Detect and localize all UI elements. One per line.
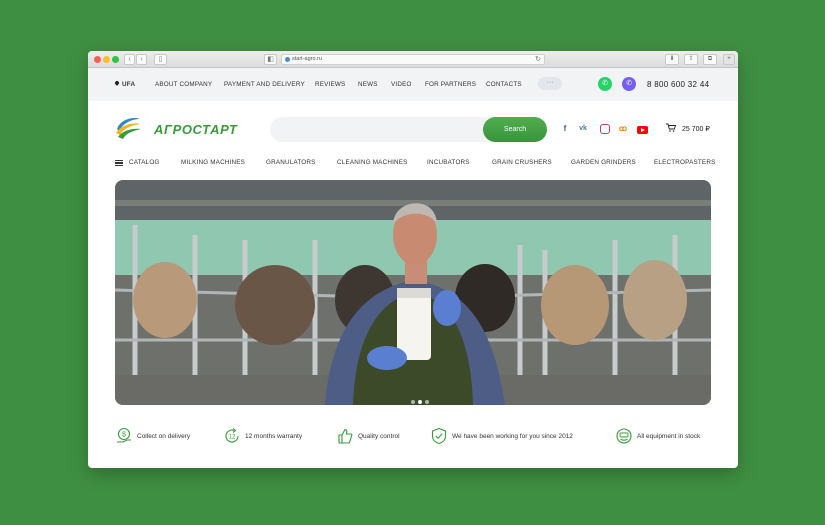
smile-icon — [616, 428, 632, 444]
tabs-icon[interactable]: ⧉ — [703, 54, 717, 65]
odnoklassniki-icon[interactable]: ꝏ — [618, 124, 628, 134]
vk-icon[interactable]: vk — [578, 124, 588, 134]
nav-grain-crushers[interactable]: GRAIN CRUSHERS — [492, 159, 552, 166]
download-icon[interactable]: ⬇ — [665, 54, 679, 65]
thumbs-up-icon — [338, 428, 353, 444]
svg-text:$: $ — [122, 432, 126, 439]
city-label: UFA — [122, 81, 136, 88]
maximize-window-button[interactable] — [112, 56, 119, 63]
catalog-nav: CATALOG MILKING MACHINES GRANULATORS CLE… — [88, 151, 738, 179]
shield-check-icon — [431, 427, 447, 445]
cart-total[interactable]: 25 700 ₽ — [682, 125, 710, 133]
instagram-icon[interactable] — [600, 124, 610, 134]
reload-icon[interactable]: ↻ — [535, 55, 541, 64]
features-bar: $ Collect on delivery 12 12 months warra… — [88, 425, 738, 449]
globe-icon — [285, 57, 290, 62]
viber-icon[interactable]: ✆ — [622, 77, 636, 91]
reader-icon[interactable]: ◧ — [264, 54, 277, 65]
nav-cleaning-machines[interactable]: CLEANING MACHINES — [337, 159, 408, 166]
slide-dot-1[interactable] — [411, 400, 415, 404]
slide-dot-2[interactable] — [418, 400, 422, 404]
feature-label: Quality control — [358, 433, 400, 440]
hero-banner[interactable] — [115, 180, 711, 405]
back-icon[interactable]: ‹ — [124, 54, 135, 65]
feature-label: All equipment in stock — [637, 433, 701, 440]
nav-garden-grinders[interactable]: GARDEN GRINDERS — [571, 159, 636, 166]
top-menu-payment[interactable]: PAYMENT AND DELIVERY — [224, 81, 305, 88]
more-menu-button[interactable]: ··· — [538, 77, 562, 90]
nav-incubators[interactable]: INCUBATORS — [427, 159, 470, 166]
hero-image — [115, 180, 711, 405]
feature-label: Collect on delivery — [137, 433, 191, 440]
nav-granulators[interactable]: GRANULATORS — [266, 159, 316, 166]
city-selector[interactable]: UFA — [114, 80, 136, 88]
top-info-bar: UFA ABOUT COMPANY PAYMENT AND DELIVERY R… — [88, 68, 738, 101]
warranty-12-icon: 12 — [225, 428, 239, 443]
location-pin-icon — [114, 80, 120, 86]
site-header: АГРОСТАРТ Search f vk ꝏ 25 700 ₽ — [88, 101, 738, 151]
top-menu-news[interactable]: NEWS — [358, 81, 378, 88]
phone-number[interactable]: 8 800 600 32 44 — [647, 80, 709, 89]
browser-toolbar: ‹ › ▯ ◧ start-agro.ru ↻ ⬇ ⇧ ⧉ + — [88, 51, 738, 68]
money-hand-icon: $ — [117, 427, 131, 443]
logo-text[interactable]: АГРОСТАРТ — [154, 122, 237, 137]
feature-label: We have been working for you since 2012 — [452, 433, 573, 440]
sidebar-icon[interactable]: ▯ — [154, 54, 167, 65]
top-menu-about[interactable]: ABOUT COMPANY — [155, 81, 212, 88]
youtube-icon[interactable] — [637, 126, 648, 134]
nav-electropasters[interactable]: ELECTROPASTERS — [654, 159, 715, 166]
minimize-window-button[interactable] — [103, 56, 110, 63]
svg-text:12: 12 — [229, 435, 236, 441]
slider-dots — [411, 391, 432, 405]
search-button[interactable]: Search — [483, 117, 547, 142]
close-window-button[interactable] — [94, 56, 101, 63]
top-menu-video[interactable]: VIDEO — [391, 81, 412, 88]
browser-window: ‹ › ▯ ◧ start-agro.ru ↻ ⬇ ⇧ ⧉ + UFA ABOU… — [88, 51, 738, 468]
menu-icon[interactable] — [115, 160, 123, 166]
catalog-button[interactable]: CATALOG — [129, 159, 160, 166]
address-bar[interactable]: start-agro.ru ↻ — [281, 54, 545, 65]
facebook-icon[interactable]: f — [560, 124, 570, 134]
nav-milking-machines[interactable]: MILKING MACHINES — [181, 159, 245, 166]
feature-label: 12 months warranty — [245, 433, 303, 440]
forward-icon[interactable]: › — [136, 54, 147, 65]
top-menu-reviews[interactable]: REVIEWS — [315, 81, 345, 88]
share-icon[interactable]: ⇧ — [684, 54, 698, 65]
cart-icon[interactable] — [666, 123, 676, 132]
top-menu-partners[interactable]: FOR PARTNERS — [425, 81, 476, 88]
address-url: start-agro.ru — [292, 56, 322, 62]
top-menu-contacts[interactable]: CONTACTS — [486, 81, 522, 88]
whatsapp-icon[interactable]: ✆ — [598, 77, 612, 91]
logo-icon[interactable] — [114, 114, 142, 140]
new-tab-icon[interactable]: + — [723, 54, 735, 65]
slide-dot-3[interactable] — [425, 400, 429, 404]
